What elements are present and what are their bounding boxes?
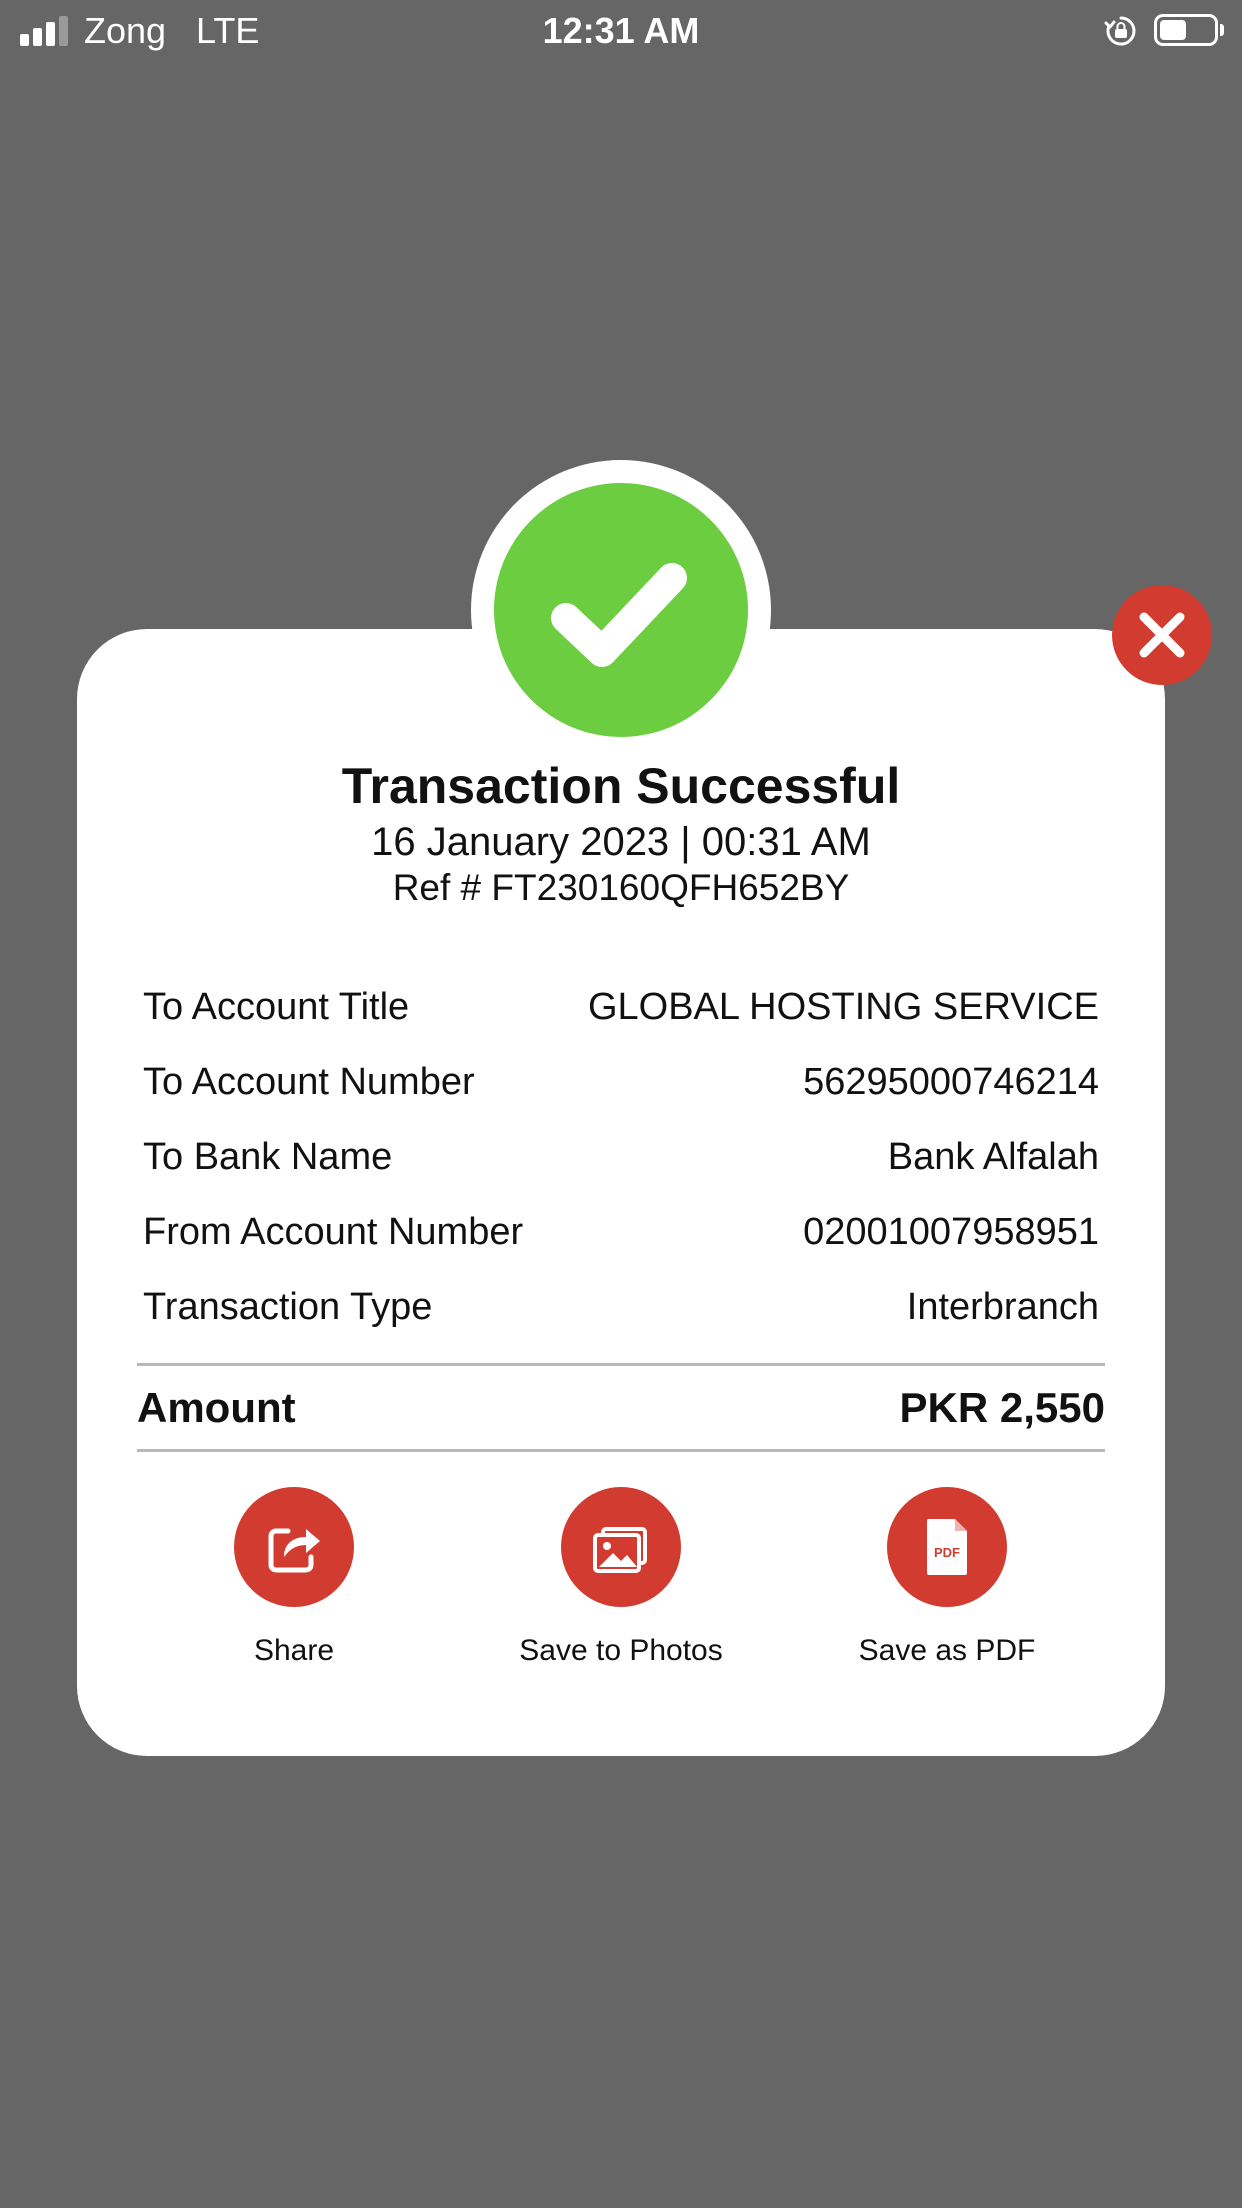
battery-icon bbox=[1154, 14, 1218, 46]
battery-nub bbox=[1220, 24, 1224, 36]
share-button[interactable]: Share bbox=[144, 1487, 444, 1669]
detail-row-from-account-number: From Account Number 02001007958951 bbox=[143, 1195, 1099, 1270]
amount-value: PKR 2,550 bbox=[899, 1384, 1105, 1431]
transaction-details: To Account Title GLOBAL HOSTING SERVICE … bbox=[143, 970, 1099, 1345]
detail-label: To Account Number bbox=[143, 1061, 475, 1103]
share-icon bbox=[268, 1528, 320, 1573]
battery-level bbox=[1160, 20, 1186, 40]
rotation-lock-icon bbox=[1104, 16, 1136, 46]
checkmark-icon bbox=[551, 563, 687, 667]
save-as-pdf-label: Save as PDF bbox=[858, 1634, 1036, 1667]
share-label: Share bbox=[253, 1634, 335, 1667]
detail-row-to-account-title: To Account Title GLOBAL HOSTING SERVICE bbox=[143, 970, 1099, 1045]
detail-value: 02001007958951 bbox=[803, 1211, 1099, 1253]
detail-row-to-account-number: To Account Number 56295000746214 bbox=[143, 1045, 1099, 1120]
detail-value: Bank Alfalah bbox=[887, 1136, 1099, 1178]
detail-row-to-bank-name: To Bank Name Bank Alfalah bbox=[143, 1120, 1099, 1195]
save-as-pdf-circle[interactable]: PDF bbox=[887, 1487, 1007, 1607]
share-button-circle[interactable] bbox=[234, 1487, 354, 1607]
detail-row-transaction-type: Transaction Type Interbranch bbox=[143, 1270, 1099, 1345]
detail-label: To Bank Name bbox=[143, 1136, 393, 1178]
transaction-datetime: 16 January 2023 | 00:31 AM bbox=[371, 820, 871, 864]
amount-label: Amount bbox=[137, 1384, 296, 1431]
amount-row: Amount PKR 2,550 bbox=[137, 1380, 1105, 1436]
close-button[interactable] bbox=[1112, 585, 1212, 685]
success-badge bbox=[471, 460, 771, 760]
svg-text:PDF: PDF bbox=[934, 1545, 960, 1560]
close-icon bbox=[1139, 612, 1185, 658]
detail-value: GLOBAL HOSTING SERVICE bbox=[587, 986, 1099, 1028]
pdf-icon: PDF bbox=[927, 1519, 967, 1575]
status-bar: Zong LTE 12:31 AM bbox=[0, 0, 1242, 62]
divider bbox=[137, 1363, 1105, 1366]
save-to-photos-button[interactable]: Save to Photos bbox=[471, 1487, 771, 1669]
detail-value: Interbranch bbox=[906, 1286, 1099, 1328]
transaction-reference: Ref # FT230160QFH652BY bbox=[392, 867, 850, 908]
save-as-pdf-button[interactable]: PDF Save as PDF bbox=[797, 1487, 1097, 1669]
photos-icon bbox=[593, 1527, 647, 1573]
save-to-photos-label: Save to Photos bbox=[519, 1634, 723, 1667]
detail-value: 56295000746214 bbox=[803, 1061, 1099, 1103]
detail-label: To Account Title bbox=[143, 986, 410, 1028]
divider bbox=[137, 1449, 1105, 1452]
save-to-photos-circle[interactable] bbox=[561, 1487, 681, 1607]
detail-label: From Account Number bbox=[143, 1211, 524, 1253]
page-title: Transaction Successful bbox=[341, 758, 901, 814]
detail-label: Transaction Type bbox=[143, 1286, 433, 1328]
status-time: 12:31 AM bbox=[542, 10, 700, 51]
